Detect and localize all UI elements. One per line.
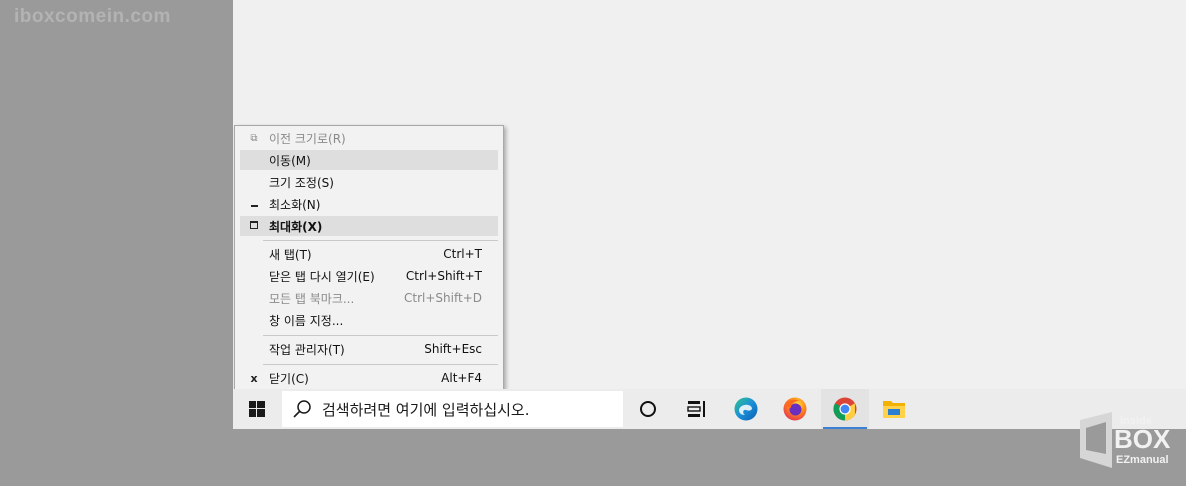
chrome-taskbar-button[interactable] — [821, 389, 869, 429]
menu-item-label: 모든 탭 북마크... — [269, 291, 355, 306]
taskbar-search-box[interactable]: 검색하려면 여기에 입력하십시오. — [282, 391, 623, 427]
cortana-button[interactable] — [624, 389, 672, 429]
firefox-taskbar-button[interactable] — [771, 389, 819, 429]
menu-item-label: 크기 조정(S) — [269, 175, 334, 190]
chrome-icon — [833, 397, 857, 421]
search-icon — [293, 400, 311, 418]
windows-start-icon — [249, 401, 265, 417]
window-system-menu: ⧉ 이전 크기로(R) 이동(M) 크기 조정(S) 최소화(N) 최대화(X)… — [234, 125, 504, 393]
menu-item-reopen-closed-tab[interactable]: 닫은 탭 다시 열기(E) Ctrl+Shift+T — [240, 266, 498, 286]
menu-item-label: 이동(M) — [269, 153, 311, 168]
firefox-icon — [783, 397, 807, 421]
menu-item-label: 최소화(N) — [269, 197, 321, 212]
task-view-icon — [687, 401, 705, 417]
insidebox-logo: inside BOX EZmanual — [1080, 412, 1171, 468]
menu-item-minimize[interactable]: 최소화(N) — [240, 194, 498, 214]
menu-item-shortcut: Ctrl+Shift+T — [405, 269, 482, 283]
watermark: iboxcomein.com — [14, 6, 171, 27]
edge-icon — [734, 397, 758, 421]
menu-item-shortcut: Alt+F4 — [441, 371, 482, 385]
menu-item-close[interactable]: x 닫기(C) Alt+F4 — [240, 368, 498, 388]
menu-separator — [263, 364, 498, 365]
menu-item-label: 최대화(X) — [269, 219, 323, 234]
file-explorer-taskbar-button[interactable] — [870, 389, 918, 429]
logo-line2: BOX — [1114, 424, 1171, 454]
menu-item-size[interactable]: 크기 조정(S) — [240, 172, 498, 192]
menu-item-label: 이전 크기로(R) — [269, 131, 346, 146]
search-placeholder: 검색하려면 여기에 입력하십시오. — [322, 400, 530, 419]
menu-item-bookmark-all-tabs[interactable]: 모든 탭 북마크... Ctrl+Shift+D — [240, 288, 498, 308]
menu-item-label: 닫은 탭 다시 열기(E) — [269, 269, 375, 284]
menu-item-shortcut: Ctrl+Shift+D — [404, 291, 482, 305]
menu-separator — [263, 335, 498, 336]
menu-item-shortcut: Ctrl+T — [443, 247, 482, 261]
menu-item-label: 창 이름 지정... — [269, 313, 344, 328]
logo-line3: EZmanual — [1116, 454, 1169, 466]
menu-item-label: 작업 관리자(T) — [269, 342, 345, 357]
menu-item-maximize[interactable]: 최대화(X) — [240, 216, 498, 236]
menu-item-name-window[interactable]: 창 이름 지정... — [240, 310, 498, 330]
taskbar: 검색하려면 여기에 입력하십시오. — [233, 389, 1186, 429]
menu-item-move[interactable]: 이동(M) — [240, 150, 498, 170]
edge-taskbar-button[interactable] — [722, 389, 770, 429]
minimize-icon — [240, 199, 268, 210]
menu-item-label: 새 탭(T) — [269, 247, 312, 262]
cortana-icon — [640, 401, 656, 417]
menu-item-label: 닫기(C) — [269, 371, 309, 386]
restore-icon: ⧉ — [250, 132, 258, 144]
close-icon: x — [250, 371, 258, 385]
menu-item-new-tab[interactable]: 새 탭(T) Ctrl+T — [240, 244, 498, 264]
menu-item-restore[interactable]: ⧉ 이전 크기로(R) — [240, 128, 498, 148]
task-view-button[interactable] — [673, 389, 721, 429]
menu-separator — [263, 240, 498, 241]
maximize-icon — [240, 220, 268, 232]
menu-item-shortcut: Shift+Esc — [424, 342, 482, 356]
file-explorer-icon — [883, 401, 905, 418]
start-button[interactable] — [233, 389, 281, 429]
menu-item-task-manager[interactable]: 작업 관리자(T) Shift+Esc — [240, 339, 498, 359]
